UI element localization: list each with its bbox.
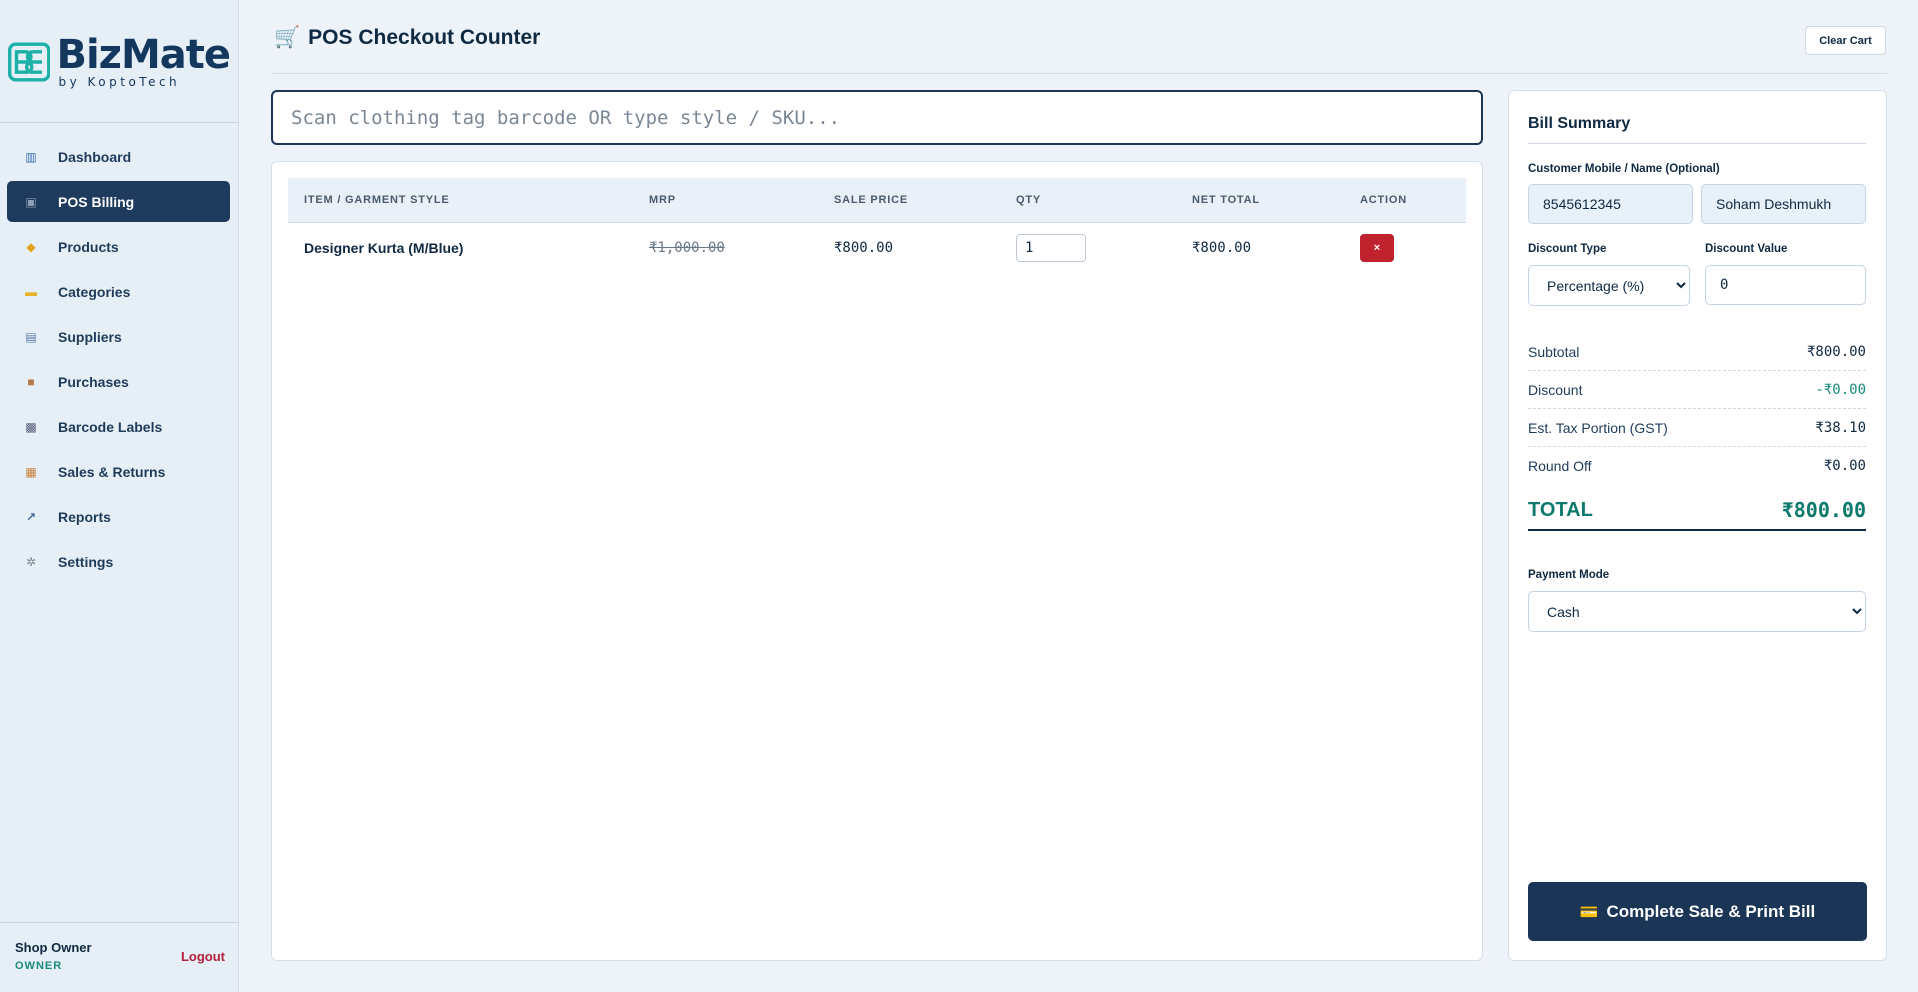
page-header: 🛒 POS Checkout Counter xyxy=(274,26,540,50)
brand-name: BizMate xyxy=(56,32,231,78)
col-action: ACTION xyxy=(1360,193,1407,206)
sidebar-item-suppliers[interactable]: ▤ Suppliers xyxy=(7,316,230,357)
customer-name-input[interactable] xyxy=(1701,184,1866,224)
col-sale-price: SALE PRICE xyxy=(834,193,909,206)
bill-title-divider xyxy=(1528,143,1866,144)
col-qty: QTY xyxy=(1016,193,1042,206)
payment-mode-label: Payment Mode xyxy=(1528,569,1610,581)
barcode-search-input[interactable] xyxy=(271,90,1483,145)
cart-item-name: Designer Kurta (M/Blue) xyxy=(304,240,464,257)
total-label: TOTAL xyxy=(1528,498,1593,521)
building-icon: ▤ xyxy=(25,329,37,344)
printer-icon: ▩ xyxy=(25,419,37,434)
total-row: TOTAL ₹800.00 xyxy=(1528,491,1866,531)
sidebar-item-dashboard[interactable]: ▥ Dashboard xyxy=(7,136,230,177)
discount-value-label: Discount Value xyxy=(1705,243,1788,255)
sidebar-divider xyxy=(0,922,239,923)
subtotal-label: Subtotal xyxy=(1528,343,1580,360)
sidebar-item-sales-returns[interactable]: ▦ Sales & Returns xyxy=(7,451,230,492)
cart-table-header: ITEM / GARMENT STYLE MRP SALE PRICE QTY … xyxy=(288,178,1466,222)
cart-item-qty-cell xyxy=(1000,222,1176,274)
payment-mode-select[interactable]: Cash xyxy=(1528,591,1866,632)
customer-label: Customer Mobile / Name (Optional) xyxy=(1528,163,1720,175)
clear-cart-button[interactable]: Clear Cart xyxy=(1805,26,1886,55)
sidebar-item-label: POS Billing xyxy=(58,193,135,210)
bill-summary-title: Bill Summary xyxy=(1528,115,1631,132)
cart-item-net-total: ₹800.00 xyxy=(1192,240,1252,257)
user-panel: Shop Owner OWNER Logout xyxy=(15,940,225,972)
sidebar-item-categories[interactable]: ▬ Categories xyxy=(7,271,230,312)
tax-label: Est. Tax Portion (GST) xyxy=(1528,419,1668,436)
cart-row: Designer Kurta (M/Blue) ₹1,000.00 ₹800.0… xyxy=(288,222,1466,274)
sidebar-divider xyxy=(0,122,239,123)
sidebar-nav: ▥ Dashboard ▣ POS Billing ◆ Products ▬ Categori… xyxy=(7,136,230,586)
brand-tagline: by KoptoTech xyxy=(58,75,181,89)
complete-sale-button[interactable]: 💳 Complete Sale & Print Bill xyxy=(1528,882,1867,941)
sidebar-item-label: Categories xyxy=(58,283,131,300)
sidebar-item-label: Suppliers xyxy=(58,328,122,345)
tax-row: Est. Tax Portion (GST) ₹38.10 xyxy=(1528,409,1866,447)
discount-type-select[interactable]: Percentage (%) xyxy=(1528,265,1690,306)
discount-value: -₹0.00 xyxy=(1815,381,1866,398)
sidebar-item-label: Settings xyxy=(58,553,114,570)
cart-panel: ITEM / GARMENT STYLE MRP SALE PRICE QTY … xyxy=(271,161,1483,961)
subtotal-row: Subtotal ₹800.00 xyxy=(1528,333,1866,371)
sidebar-item-settings[interactable]: ✲ Settings xyxy=(7,541,230,582)
receipt-icon: ▦ xyxy=(25,464,37,479)
roundoff-value: ₹0.00 xyxy=(1823,458,1866,474)
cart-item-action-cell: × xyxy=(1344,222,1466,274)
col-mrp: MRP xyxy=(649,193,676,206)
total-value: ₹800.00 xyxy=(1781,498,1866,522)
tag-icon: ◆ xyxy=(26,239,36,254)
customer-mobile-input[interactable] xyxy=(1528,184,1693,224)
cart-icon: 🛒 xyxy=(274,26,301,49)
sidebar-item-label: Barcode Labels xyxy=(58,418,163,435)
brand-logo[interactable]: BizMate by KoptoTech xyxy=(8,32,231,92)
header-divider xyxy=(272,73,1887,74)
sidebar-item-label: Purchases xyxy=(58,373,129,390)
sidebar-item-label: Reports xyxy=(58,508,111,525)
bill-summary-panel: Bill Summary Customer Mobile / Name (Opt… xyxy=(1508,90,1887,961)
discount-row: Discount -₹0.00 xyxy=(1528,371,1866,409)
discount-value-input[interactable] xyxy=(1705,265,1866,305)
roundoff-row: Round Off ₹0.00 xyxy=(1528,447,1866,485)
sidebar-item-reports[interactable]: ↗ Reports xyxy=(7,496,230,537)
sidebar: BizMate by KoptoTech ▥ Dashboard ▣ POS Bill… xyxy=(0,0,239,992)
col-net-total: NET TOTAL xyxy=(1192,193,1260,206)
quantity-input[interactable] xyxy=(1016,234,1086,263)
discount-label: Discount xyxy=(1528,381,1583,398)
subtotal-value: ₹800.00 xyxy=(1806,343,1866,360)
page-title: POS Checkout Counter xyxy=(308,26,541,49)
discount-type-label: Discount Type xyxy=(1528,243,1607,255)
sidebar-item-label: Sales & Returns xyxy=(58,463,166,480)
gear-icon: ✲ xyxy=(25,554,37,569)
credit-card-icon: 💳 xyxy=(1579,903,1599,921)
bizmate-logo-icon xyxy=(8,42,51,82)
remove-item-button[interactable]: × xyxy=(1360,234,1394,263)
col-item: ITEM / GARMENT STYLE xyxy=(304,193,450,206)
complete-sale-label: Complete Sale & Print Bill xyxy=(1606,901,1816,921)
logout-link[interactable]: Logout xyxy=(181,949,225,964)
package-icon: ■ xyxy=(27,374,35,389)
cart-item-mrp: ₹1,000.00 xyxy=(649,240,725,257)
pos-icon: ▣ xyxy=(25,194,37,209)
sidebar-item-barcode-labels[interactable]: ▩ Barcode Labels xyxy=(7,406,230,447)
sidebar-item-label: Dashboard xyxy=(58,148,132,165)
sidebar-item-products[interactable]: ◆ Products xyxy=(7,226,230,267)
sidebar-item-purchases[interactable]: ■ Purchases xyxy=(7,361,230,402)
cart-table: ITEM / GARMENT STYLE MRP SALE PRICE QTY … xyxy=(288,178,1466,274)
sidebar-item-label: Products xyxy=(58,238,119,255)
cart-item-sale-price: ₹800.00 xyxy=(834,240,894,257)
chart-icon: ↗ xyxy=(25,509,37,524)
folder-icon: ▬ xyxy=(25,284,37,299)
roundoff-label: Round Off xyxy=(1528,458,1592,474)
tax-value: ₹38.10 xyxy=(1815,419,1866,436)
sidebar-item-pos-billing[interactable]: ▣ POS Billing xyxy=(7,181,230,222)
dashboard-icon: ▥ xyxy=(25,149,37,164)
